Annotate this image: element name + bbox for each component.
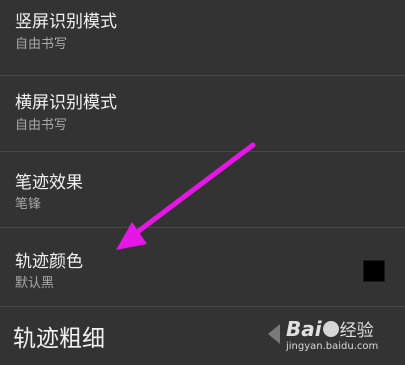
annotation-arrow-icon <box>116 142 256 250</box>
watermark-logo: Bai 经验 <box>286 317 374 341</box>
baidu-paw-icon <box>322 321 339 337</box>
baidu-jingyan-watermark: Bai 经验 jingyan.baidu.com <box>268 316 388 356</box>
watermark-url: jingyan.baidu.com <box>286 341 379 352</box>
watermark-wedge-icon <box>268 324 280 344</box>
settings-screen: 竖屏识别模式 自由书写 横屏识别模式 自由书写 笔迹效果 笔锋 轨迹颜色 默认黑… <box>0 0 405 365</box>
